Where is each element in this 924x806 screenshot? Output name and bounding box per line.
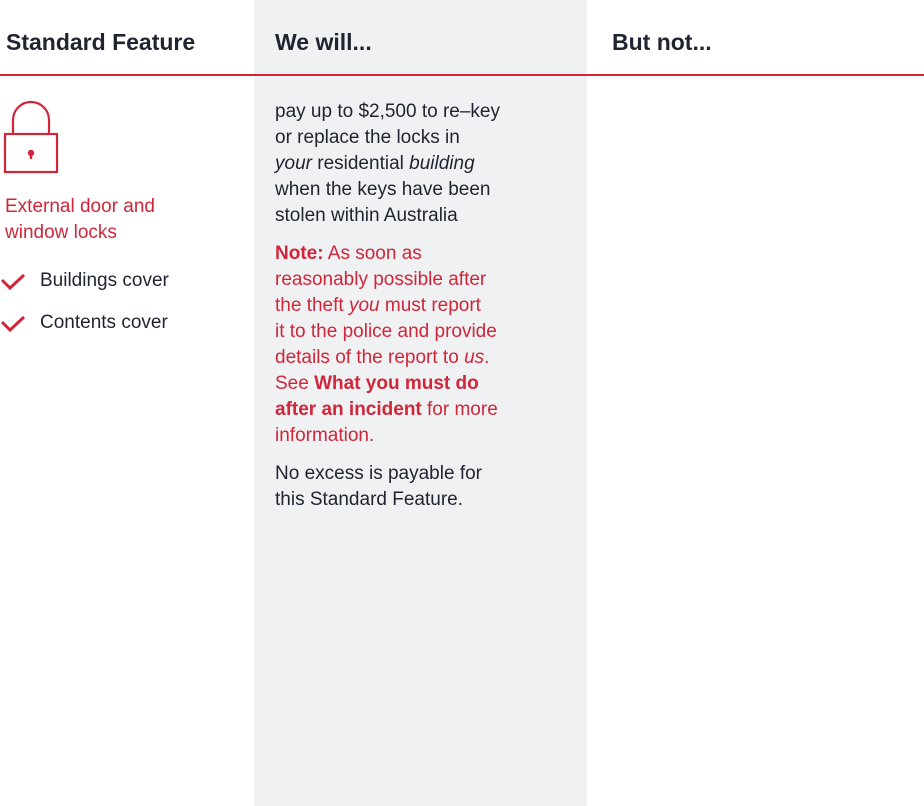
header-but-not: But not... — [612, 29, 712, 55]
cover-item-buildings: Buildings cover — [0, 266, 250, 296]
checkmark-icon — [0, 273, 26, 291]
incident-link-continued[interactable]: after an incident — [275, 399, 422, 420]
feature-title: External door and window locks — [5, 196, 155, 243]
lock-icon — [3, 100, 59, 174]
note-paragraph: Note: As soon as reasonably possible aft… — [275, 243, 498, 446]
incident-link[interactable]: What you must do — [314, 373, 479, 394]
table-header: Standard Feature We will... But not... — [0, 0, 924, 76]
checkmark-icon — [0, 315, 26, 333]
header-we-will: We will... — [275, 29, 372, 55]
excess-statement: No excess is payable for this Standard F… — [275, 463, 482, 510]
coverage-description: pay up to $2,500 to re–key or replace th… — [275, 101, 500, 226]
cover-item-contents: Contents cover — [0, 308, 250, 338]
we-will-column: pay up to $2,500 to re–key or replace th… — [275, 99, 575, 525]
header-standard-feature: Standard Feature — [6, 29, 196, 55]
